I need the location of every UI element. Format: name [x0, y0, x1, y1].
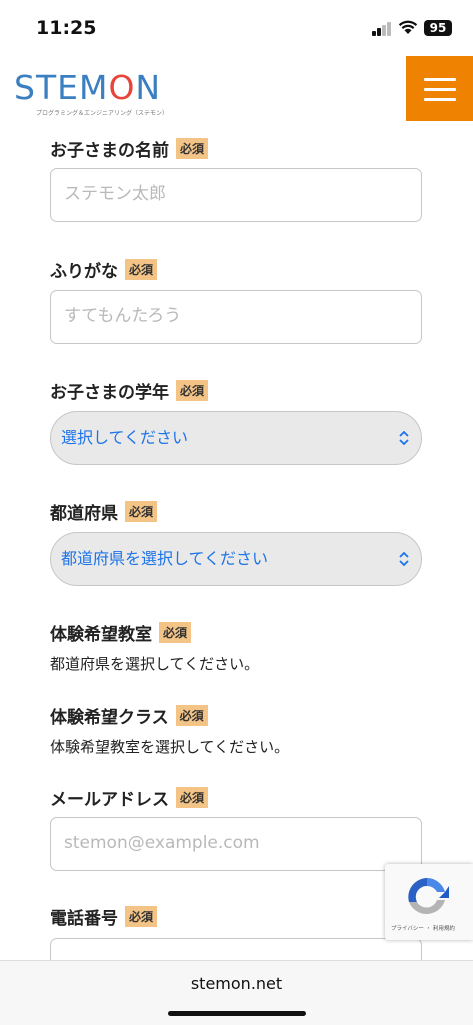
- required-badge: 必須: [176, 138, 209, 159]
- furigana-label: ふりがな 必須: [50, 257, 158, 282]
- grade-label: お子さまの学年 必須: [50, 378, 209, 403]
- logo-subtitle: プログラミング＆エンジニアリング（ステモン）: [36, 110, 169, 117]
- class-type-hint: 体験希望教室を選択してください。: [50, 738, 290, 756]
- stemon-logo[interactable]: STEMON プログラミング＆エンジニアリング（ステモン）: [14, 68, 174, 118]
- phone-label: 電話番号 必須: [50, 904, 158, 929]
- required-badge: 必須: [176, 787, 209, 808]
- grade-select[interactable]: 選択してください: [50, 411, 422, 465]
- wifi-icon: [398, 20, 418, 34]
- recaptcha-icon: [408, 878, 449, 915]
- menu-icon: [424, 78, 456, 81]
- home-indicator: [168, 1011, 306, 1016]
- cellular-signal-icon: [372, 22, 392, 36]
- prefecture-label: 都道府県 必須: [50, 499, 158, 524]
- required-badge: 必須: [125, 259, 158, 280]
- recaptcha-privacy-terms[interactable]: プライバシー ・ 利用規約: [391, 924, 455, 932]
- battery-indicator: 95: [424, 20, 452, 36]
- logo-text: STEMON: [14, 68, 162, 107]
- grade-select-value: 選択してください: [61, 428, 189, 447]
- status-time: 11:25: [36, 17, 97, 39]
- required-badge: 必須: [175, 705, 208, 726]
- required-badge: 必須: [125, 501, 158, 522]
- prefecture-select-value: 都道府県を選択してください: [61, 549, 269, 568]
- status-bar: 11:25 95: [0, 0, 473, 56]
- recaptcha-badge[interactable]: プライバシー ・ 利用規約: [385, 864, 473, 940]
- url-text[interactable]: stemon.net: [0, 974, 473, 993]
- site-header: STEMON プログラミング＆エンジニアリング（ステモン）: [0, 56, 473, 126]
- classroom-label: 体験希望教室 必須: [50, 620, 192, 645]
- hamburger-menu-button[interactable]: [406, 56, 473, 121]
- classroom-hint: 都道府県を選択してください。: [50, 655, 260, 673]
- email-label: メールアドレス 必須: [50, 785, 209, 810]
- child-name-input[interactable]: ステモン太郎: [50, 168, 422, 222]
- required-badge: 必須: [125, 906, 158, 927]
- chevron-updown-icon: [399, 552, 409, 566]
- child-name-label: お子さまの名前 必須: [50, 136, 209, 161]
- class-type-label: 体験希望クラス 必須: [50, 703, 208, 728]
- email-input[interactable]: stemon@example.com: [50, 817, 422, 871]
- browser-address-bar[interactable]: stemon.net: [0, 960, 473, 1025]
- prefecture-select[interactable]: 都道府県を選択してください: [50, 532, 422, 586]
- furigana-input[interactable]: すてもんたろう: [50, 290, 422, 344]
- chevron-updown-icon: [399, 431, 409, 445]
- required-badge: 必須: [159, 622, 192, 643]
- required-badge: 必須: [176, 380, 209, 401]
